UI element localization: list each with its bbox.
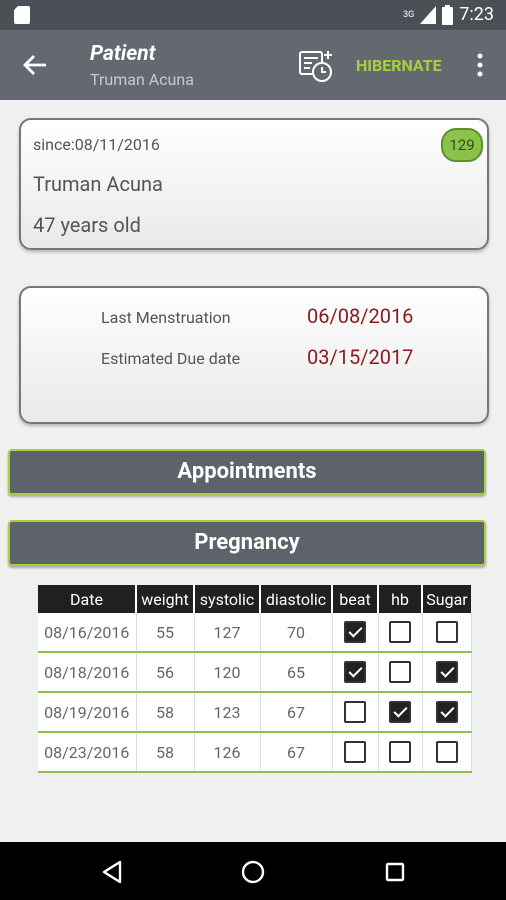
cell-date: 08/16/2016 — [38, 613, 137, 653]
cell-beat — [332, 652, 379, 693]
sugar-checkbox[interactable] — [435, 621, 458, 643]
table-row: 08/23/2016 58 126 67 — [38, 732, 472, 773]
table-body: 08/16/2016 55 127 70 08/18/2016 56 120 65 08/19/… — [38, 613, 472, 773]
cell-sugar — [422, 692, 472, 733]
last-menstruation-label: Last Menstruation — [101, 308, 231, 327]
patient-name: Truman Acuna — [33, 172, 163, 196]
cell-beat — [332, 732, 379, 773]
cell-systolic: 120 — [194, 652, 261, 693]
patient-card: since:08/11/2016 129 Truman Acuna 47 yea… — [19, 118, 489, 250]
beat-checkbox[interactable] — [344, 661, 366, 683]
hb-checkbox[interactable] — [389, 661, 411, 683]
appointments-button[interactable]: Appointments — [8, 449, 486, 495]
cell-date: 08/19/2016 — [38, 692, 137, 733]
count-badge: 129 — [441, 128, 483, 162]
cell-diastolic: 65 — [260, 652, 333, 693]
due-date-label: Estimated Due date — [101, 349, 241, 368]
hb-checkbox[interactable] — [389, 741, 411, 763]
battery-icon — [442, 4, 454, 25]
sugar-checkbox[interactable] — [435, 701, 458, 723]
back-arrow-icon[interactable] — [22, 52, 48, 78]
cell-weight: 55 — [136, 613, 195, 653]
cell-diastolic: 67 — [260, 732, 333, 773]
cell-date: 08/18/2016 — [38, 652, 137, 693]
hb-checkbox[interactable] — [389, 701, 411, 723]
header-diastolic: diastolic — [259, 585, 332, 613]
status-bar: 3G 7:23 — [0, 0, 506, 30]
hb-checkbox[interactable] — [389, 621, 411, 643]
beat-checkbox[interactable] — [344, 741, 366, 763]
cell-weight: 58 — [136, 732, 195, 773]
sugar-checkbox[interactable] — [435, 741, 458, 763]
cell-hb — [378, 732, 423, 773]
system-nav-bar — [0, 842, 506, 900]
calendar-clock-icon[interactable] — [298, 47, 334, 83]
clock: 7:23 — [459, 4, 494, 25]
table-row: 08/19/2016 58 123 67 — [38, 692, 472, 733]
pregnancy-button[interactable]: Pregnancy — [8, 520, 486, 566]
cell-systolic: 126 — [194, 732, 261, 773]
table-row: 08/16/2016 55 127 70 — [38, 613, 472, 653]
table-row: 08/18/2016 56 120 65 — [38, 652, 472, 693]
cell-weight: 56 — [136, 652, 195, 693]
cell-sugar — [422, 613, 472, 653]
cell-beat — [332, 613, 379, 653]
patient-age: 47 years old — [33, 213, 141, 237]
beat-checkbox[interactable] — [344, 701, 366, 723]
beat-checkbox[interactable] — [344, 621, 366, 643]
cell-diastolic: 67 — [260, 692, 333, 733]
cell-hb — [378, 692, 423, 733]
cell-weight: 58 — [136, 692, 195, 733]
cell-systolic: 127 — [194, 613, 261, 653]
table-header-row: Date weight systolic diastolic beat hb S… — [38, 585, 471, 613]
app-bar: Patient Truman Acuna HIBERNATE — [0, 30, 506, 100]
cell-hb — [378, 613, 423, 653]
due-date-value: 03/15/2017 — [307, 345, 414, 369]
cell-systolic: 123 — [194, 692, 261, 733]
cell-date: 08/23/2016 — [38, 732, 137, 773]
cell-beat — [332, 692, 379, 733]
header-date: Date — [38, 585, 136, 613]
cell-sugar — [422, 652, 472, 693]
cell-hb — [378, 652, 423, 693]
nav-recents-icon[interactable] — [385, 862, 405, 882]
cell-sugar — [422, 732, 472, 773]
header-sugar: Sugar — [421, 585, 471, 613]
signal-label: 3G — [403, 9, 415, 20]
since-date: since:08/11/2016 — [33, 135, 160, 154]
more-vert-icon[interactable] — [472, 52, 488, 78]
last-menstruation-value: 06/08/2016 — [307, 304, 414, 328]
header-beat: beat — [331, 585, 378, 613]
header-hb: hb — [377, 585, 422, 613]
nav-home-icon[interactable] — [241, 860, 265, 884]
hibernate-button[interactable]: HIBERNATE — [356, 56, 442, 75]
nav-back-icon[interactable] — [101, 860, 123, 884]
header-weight: weight — [135, 585, 194, 613]
page-title: Patient — [90, 42, 156, 66]
sugar-checkbox[interactable] — [435, 661, 458, 683]
cell-diastolic: 70 — [260, 613, 333, 653]
header-systolic: systolic — [193, 585, 260, 613]
sd-card-icon — [14, 6, 30, 24]
pregnancy-dates-card: Last Menstruation 06/08/2016 Estimated D… — [19, 286, 489, 424]
pregnancy-table: Date weight systolic diastolic beat hb S… — [38, 585, 472, 773]
signal-icon — [420, 5, 437, 24]
page-subtitle: Truman Acuna — [90, 70, 194, 89]
